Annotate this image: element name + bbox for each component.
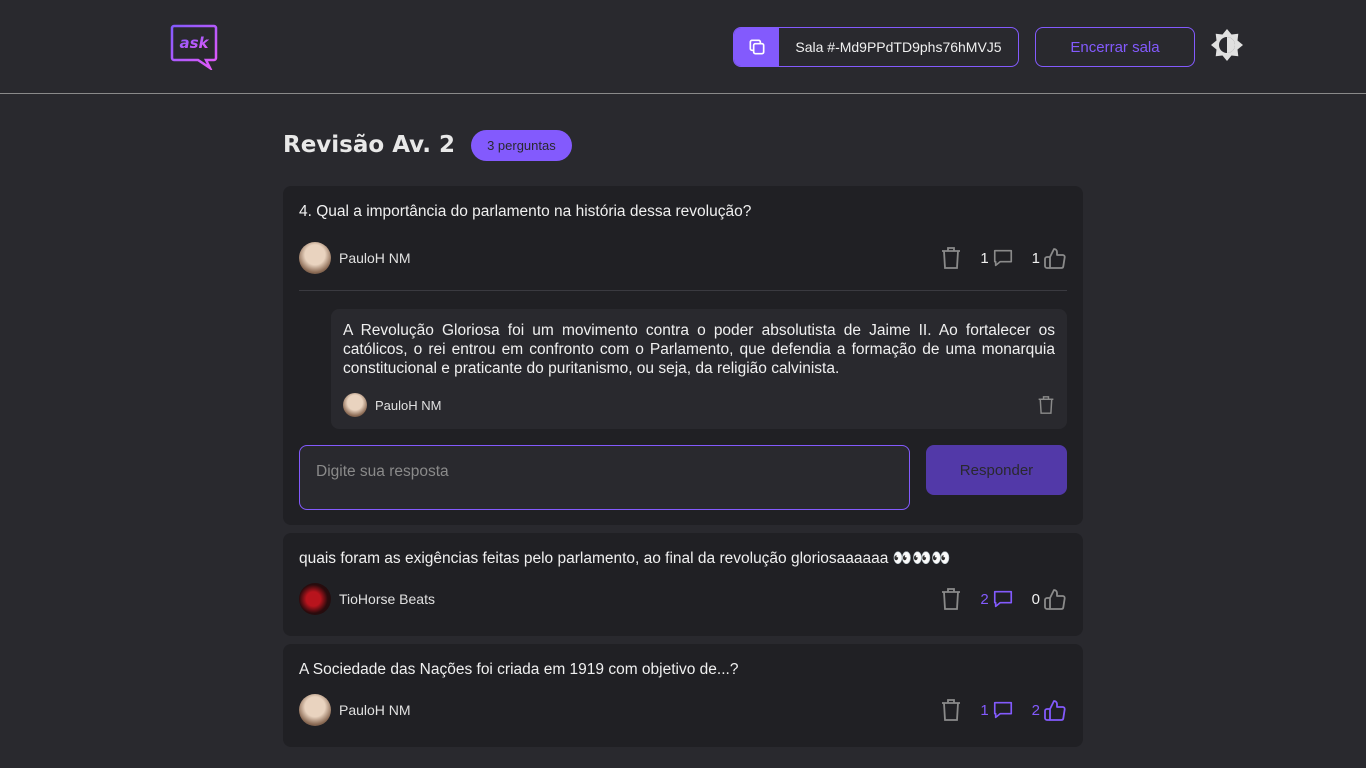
room-code-text: Sala #-Md9PPdTD9phs76hMVJ5 [795, 39, 1002, 55]
avatar [343, 393, 367, 417]
question-text: A Sociedade das Nações foi criada em 191… [299, 661, 739, 678]
question-author: TioHorse Beats [299, 583, 435, 615]
question-actions: 1 1 [940, 246, 1067, 270]
question-footer: TioHorse Beats 2 0 [299, 583, 1067, 615]
question-footer: PauloH NM 1 1 [299, 242, 1067, 274]
likes-count: 0 [1031, 590, 1040, 608]
question-actions: 1 2 [940, 698, 1067, 722]
answers-button[interactable]: 1 [980, 247, 1013, 269]
ask-logo[interactable]: ask [170, 24, 218, 72]
question-footer: PauloH NM 1 2 [299, 694, 1067, 726]
question-author: PauloH NM [299, 694, 411, 726]
comment-icon [993, 590, 1012, 608]
trash-icon[interactable] [940, 587, 962, 611]
author-name: PauloH NM [339, 702, 411, 718]
trash-icon[interactable] [1037, 395, 1055, 415]
close-room-button[interactable]: Encerrar sala [1035, 27, 1195, 67]
answers-count: 1 [980, 701, 989, 719]
theme-toggle-icon[interactable] [1210, 28, 1244, 62]
question-author: PauloH NM [299, 242, 411, 274]
question-actions: 2 0 [940, 587, 1067, 611]
trash-icon[interactable] [940, 698, 962, 722]
reply-button[interactable]: Responder [926, 445, 1067, 495]
answer-author: PauloH NM [343, 393, 441, 417]
reply-input[interactable] [299, 445, 910, 510]
room-code-button[interactable]: Sala #-Md9PPdTD9phs76hMVJ5 [733, 27, 1019, 67]
like-icon [1044, 700, 1066, 721]
question-text: 4. Qual a importância do parlamento na h… [299, 203, 752, 220]
like-icon [1044, 589, 1066, 610]
answers-button[interactable]: 1 [980, 699, 1013, 721]
answer-footer: PauloH NM [343, 393, 1055, 417]
comment-icon [993, 701, 1012, 719]
avatar [299, 694, 331, 726]
avatar [299, 242, 331, 274]
question-count-badge: 3 perguntas [471, 129, 572, 161]
like-button[interactable]: 1 [1032, 246, 1067, 270]
likes-count: 1 [1031, 249, 1040, 267]
answer-text: A Revolução Gloriosa foi um movimento co… [343, 322, 1055, 377]
like-button[interactable]: 2 [1032, 698, 1067, 722]
room-title-row: Revisão Av. 2 3 perguntas [283, 128, 572, 162]
answer-card: A Revolução Gloriosa foi um movimento co… [331, 309, 1067, 429]
answers-count: 1 [980, 249, 989, 267]
header: ask Sala #-Md9PPdTD9phs76hMVJ5 Encerrar … [0, 0, 1366, 94]
answers-button[interactable]: 2 [980, 588, 1013, 610]
answers-count: 2 [980, 590, 989, 608]
author-name: TioHorse Beats [339, 591, 435, 607]
logo-text: ask [179, 34, 209, 52]
page-title: Revisão Av. 2 [283, 132, 456, 158]
question-text: quais foram as exigências feitas pelo pa… [299, 550, 951, 567]
question-card: 4. Qual a importância do parlamento na h… [283, 186, 1083, 525]
reply-row: Responder [299, 445, 1067, 510]
copy-icon[interactable] [734, 28, 779, 66]
author-name: PauloH NM [375, 397, 442, 413]
likes-count: 2 [1031, 701, 1040, 719]
trash-icon[interactable] [940, 246, 962, 270]
divider [299, 290, 1067, 291]
like-button[interactable]: 0 [1032, 587, 1067, 611]
author-name: PauloH NM [339, 250, 411, 266]
like-icon [1044, 248, 1066, 269]
comment-icon [993, 249, 1012, 267]
question-card: quais foram as exigências feitas pelo pa… [283, 533, 1083, 636]
question-card: A Sociedade das Nações foi criada em 191… [283, 644, 1083, 747]
avatar [299, 583, 331, 615]
